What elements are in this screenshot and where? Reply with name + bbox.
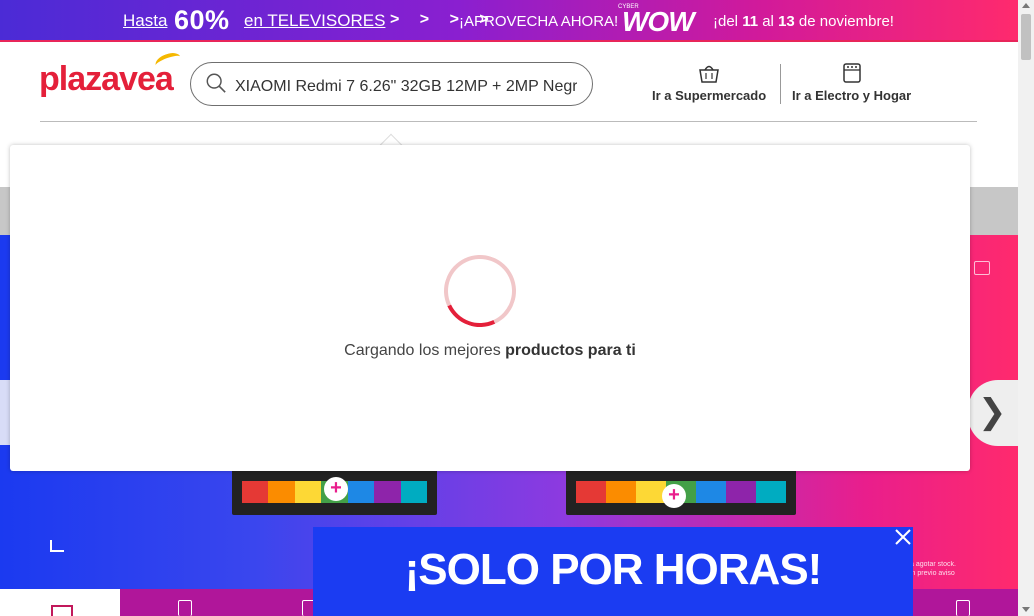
- close-icon[interactable]: [893, 527, 913, 547]
- electro-hogar-label: Ir a Electro y Hogar: [792, 88, 912, 103]
- supermercado-label: Ir a Supermercado: [652, 88, 767, 103]
- nav-divider: [780, 64, 781, 104]
- corner-mark: [50, 540, 64, 552]
- hero-fine-print: a agotar stock. in previo aviso: [910, 561, 956, 577]
- basket-icon: [699, 65, 719, 83]
- promo-category-link[interactable]: en TELEVISORES: [244, 11, 385, 31]
- appliance-icon: [842, 63, 861, 83]
- plus-badge-right: +: [662, 484, 686, 508]
- tv-icon: [51, 605, 73, 616]
- prev-slide-edge[interactable]: [0, 380, 10, 445]
- loading-spinner: [433, 244, 527, 338]
- supermercado-link[interactable]: Ir a Supermercado: [652, 62, 766, 103]
- page-scrollbar[interactable]: [1018, 0, 1034, 616]
- search-input[interactable]: XIAOMI Redmi 7 6.26" 32GB 12MP + 2MP Neg…: [190, 62, 593, 106]
- header-divider: [40, 121, 977, 122]
- search-icon[interactable]: [205, 72, 227, 94]
- toys-icon[interactable]: [956, 600, 970, 616]
- wow-logo: WOW: [622, 6, 695, 37]
- search-query-text[interactable]: XIAOMI Redmi 7 6.26" 32GB 12MP + 2MP Neg…: [235, 76, 577, 96]
- plus-badge-left: +: [324, 477, 348, 501]
- bag-icon: [974, 261, 990, 275]
- popup-title: ¡SOLO POR HORAS!: [404, 545, 823, 594]
- logo-text: plazavea: [39, 60, 174, 98]
- category-tab-active[interactable]: [0, 589, 120, 616]
- promo-dates: ¡del 11 al 13 de noviembre!: [713, 13, 894, 30]
- chevron-right-icon: ❯: [978, 393, 1007, 431]
- plazavea-logo[interactable]: plazavea: [39, 49, 183, 99]
- scroll-down-arrow[interactable]: [1022, 607, 1030, 612]
- fridge-icon[interactable]: [178, 600, 192, 616]
- promo-percent: 60%: [174, 5, 230, 35]
- carousel-next-button[interactable]: ❯: [968, 380, 1018, 446]
- scrollbar-thumb[interactable]: [1021, 14, 1031, 60]
- promo-cta: ¡APROVECHA AHORA!: [459, 13, 619, 30]
- scroll-up-arrow[interactable]: [1022, 3, 1030, 8]
- search-results-dropdown: Cargando los mejores productos para ti: [10, 145, 970, 471]
- promo-banner[interactable]: Hasta 60% en TELEVISORES > > > > ¡APROVE…: [0, 0, 1018, 42]
- promo-hasta[interactable]: Hasta: [123, 11, 167, 31]
- electro-hogar-link[interactable]: Ir a Electro y Hogar: [792, 62, 911, 103]
- promo-popup[interactable]: ¡SOLO POR HORAS!: [313, 527, 913, 616]
- loading-message: Cargando los mejores productos para ti: [344, 342, 636, 359]
